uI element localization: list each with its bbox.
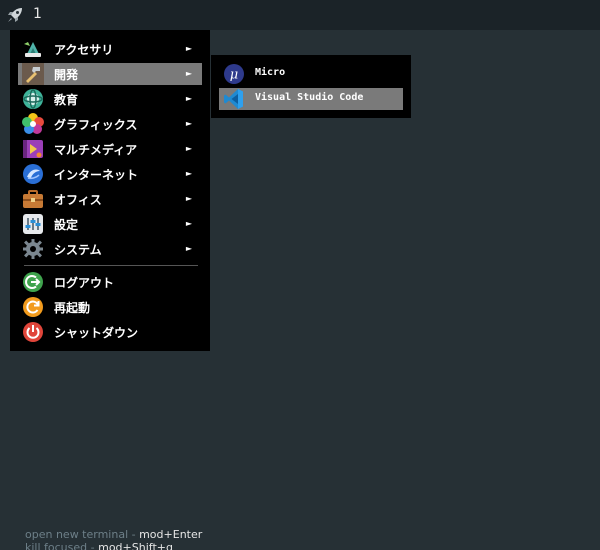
micro-icon: μ xyxy=(224,64,244,84)
system-icon xyxy=(23,239,43,259)
chevron-right-icon: ► xyxy=(185,169,192,178)
menu-item-development[interactable]: 開発 ► xyxy=(18,63,202,85)
shutdown-icon xyxy=(23,322,43,342)
menu-item-system[interactable]: システム ► xyxy=(18,238,202,260)
menu-separator xyxy=(24,265,198,266)
menu-item-graphics[interactable]: グラフィックス ► xyxy=(18,113,202,135)
menu-item-logout[interactable]: ログアウト xyxy=(18,271,202,293)
chevron-right-icon: ► xyxy=(185,119,192,128)
keybinding-hints: open new terminal - mod+Enter kill focus… xyxy=(25,528,202,550)
chevron-right-icon: ► xyxy=(185,144,192,153)
hint-open-terminal: open new terminal - mod+Enter xyxy=(25,528,203,541)
logout-icon xyxy=(23,272,43,292)
development-submenu: μ Micro Visual Studio Code xyxy=(211,55,411,118)
menu-item-education[interactable]: 教育 ► xyxy=(18,88,202,110)
chevron-right-icon: ► xyxy=(185,69,192,78)
menu-item-reboot[interactable]: 再起動 xyxy=(18,296,202,318)
application-menu: アクセサリ ► 開発 ► 教育 ► グラフィックス ► マルチメディア ► イン… xyxy=(10,30,210,351)
menu-item-multimedia[interactable]: マルチメディア ► xyxy=(18,138,202,160)
hint-kill-focused: kill focused - mod+Shift+q xyxy=(25,541,173,550)
multimedia-icon xyxy=(23,140,43,158)
education-icon xyxy=(23,89,43,109)
chevron-right-icon: ► xyxy=(185,194,192,203)
chevron-right-icon: ► xyxy=(185,244,192,253)
menu-item-settings[interactable]: 設定 ► xyxy=(18,213,202,235)
internet-icon xyxy=(23,164,43,184)
svg-text:μ: μ xyxy=(230,68,238,83)
rocket-icon[interactable] xyxy=(5,5,25,25)
submenu-item-micro[interactable]: μ Micro xyxy=(219,63,403,85)
submenu-item-vscode[interactable]: Visual Studio Code xyxy=(219,88,403,110)
menu-item-shutdown[interactable]: シャットダウン xyxy=(18,321,202,343)
office-icon xyxy=(23,190,43,208)
settings-icon xyxy=(23,214,43,234)
top-bar: 1 xyxy=(0,0,600,30)
menu-item-accessories[interactable]: アクセサリ ► xyxy=(18,38,202,60)
graphics-icon xyxy=(22,113,44,134)
vscode-icon xyxy=(224,89,243,109)
accessories-icon xyxy=(24,42,41,57)
workspace-number[interactable]: 1 xyxy=(33,6,42,22)
chevron-right-icon: ► xyxy=(185,44,192,53)
chevron-right-icon: ► xyxy=(185,219,192,228)
menu-item-office[interactable]: オフィス ► xyxy=(18,188,202,210)
menu-item-internet[interactable]: インターネット ► xyxy=(18,163,202,185)
development-icon xyxy=(22,63,44,85)
chevron-right-icon: ► xyxy=(185,94,192,103)
reboot-icon xyxy=(23,297,43,317)
